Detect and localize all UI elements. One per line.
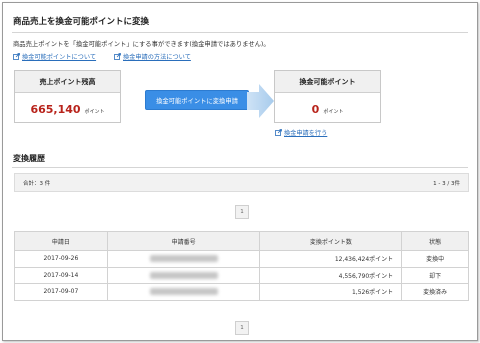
history-divider bbox=[12, 167, 468, 168]
cell-number-redacted bbox=[106, 250, 261, 268]
how-to-apply-link-label: 換金申請の方法について bbox=[123, 54, 191, 61]
redacted-value bbox=[149, 271, 218, 279]
history-total: 合計：3 件 bbox=[23, 180, 51, 187]
how-to-apply-link[interactable]: 換金申請の方法について bbox=[114, 52, 191, 61]
table-header-row: 申請日 申請番号 変換ポイント数 状態 bbox=[14, 231, 469, 251]
external-link-icon bbox=[13, 53, 20, 60]
cell-points: 1,526ポイント bbox=[259, 283, 403, 301]
sales-points-value: 665,140 bbox=[30, 103, 81, 116]
history-title: 変換履歴 bbox=[13, 154, 45, 163]
cell-date: 2017-09-14 bbox=[14, 266, 108, 284]
cell-date: 2017-09-26 bbox=[14, 250, 108, 268]
sales-points-box: 売上ポイント残高 665,140 ポイント bbox=[14, 70, 121, 123]
convertible-points-unit: ポイント bbox=[323, 109, 344, 115]
cell-number-redacted bbox=[106, 283, 261, 301]
convertible-points-body: 0 ポイント bbox=[275, 93, 380, 116]
table-row: 2017-09-14 4,556,790ポイント 却下 bbox=[14, 266, 469, 284]
about-points-link-label: 換金可能ポイントについて bbox=[22, 54, 97, 61]
cell-status: 変換中 bbox=[401, 250, 469, 268]
convertible-points-value: 0 bbox=[311, 103, 320, 116]
cell-points: 4,556,790ポイント bbox=[259, 266, 403, 284]
column-header-date: 申請日 bbox=[14, 231, 108, 251]
table-row: 2017-09-07 1,526ポイント 変換済み bbox=[14, 283, 469, 301]
cell-status: 却下 bbox=[401, 266, 469, 284]
page-title: 商品売上を換金可能ポイントに変換 bbox=[13, 17, 150, 27]
history-table: 申請日 申請番号 変換ポイント数 状態 2017-09-26 12,436,42… bbox=[14, 231, 469, 301]
title-divider bbox=[12, 32, 468, 33]
convertible-points-label: 換金可能ポイント bbox=[275, 71, 380, 93]
cell-points: 12,436,424ポイント bbox=[259, 250, 403, 268]
page-frame: 商品売上を換金可能ポイントに変換 商品売上ポイントを「換金可能ポイント」にする事… bbox=[2, 2, 478, 341]
sales-points-unit: ポイント bbox=[84, 109, 105, 115]
redacted-value bbox=[149, 255, 218, 263]
table-row: 2017-09-26 12,436,424ポイント 変換中 bbox=[14, 250, 469, 268]
convertible-points-box: 換金可能ポイント 0 ポイント bbox=[274, 70, 381, 123]
convert-button[interactable]: 換金可能ポイントに変換申請 bbox=[145, 90, 249, 110]
apply-cashout-link[interactable]: 換金申請を行う bbox=[275, 128, 327, 137]
column-header-points: 変換ポイント数 bbox=[259, 231, 403, 251]
column-header-status: 状態 bbox=[401, 231, 469, 251]
apply-cashout-link-label: 換金申請を行う bbox=[284, 130, 328, 137]
pagination-page-top[interactable]: 1 bbox=[235, 205, 249, 219]
arrow-right-icon bbox=[247, 84, 274, 118]
sales-points-label: 売上ポイント残高 bbox=[15, 71, 120, 93]
pagination-page-bottom[interactable]: 1 bbox=[235, 321, 249, 335]
about-points-link[interactable]: 換金可能ポイントについて bbox=[13, 52, 96, 61]
cell-status: 変換済み bbox=[401, 283, 469, 301]
column-header-number: 申請番号 bbox=[106, 231, 261, 251]
page-description: 商品売上ポイントを「換金可能ポイント」にする事ができます(換金申請ではありません… bbox=[13, 41, 270, 48]
sales-points-body: 665,140 ポイント bbox=[15, 93, 120, 116]
external-link-icon bbox=[114, 53, 121, 60]
cell-date: 2017-09-07 bbox=[14, 283, 108, 301]
cell-number-redacted bbox=[106, 266, 261, 284]
history-range: 1 - 3 / 3件 bbox=[433, 180, 460, 187]
external-link-icon bbox=[275, 129, 282, 136]
history-summary-bar: 合計：3 件 1 - 3 / 3件 bbox=[14, 173, 469, 192]
redacted-value bbox=[149, 288, 218, 296]
